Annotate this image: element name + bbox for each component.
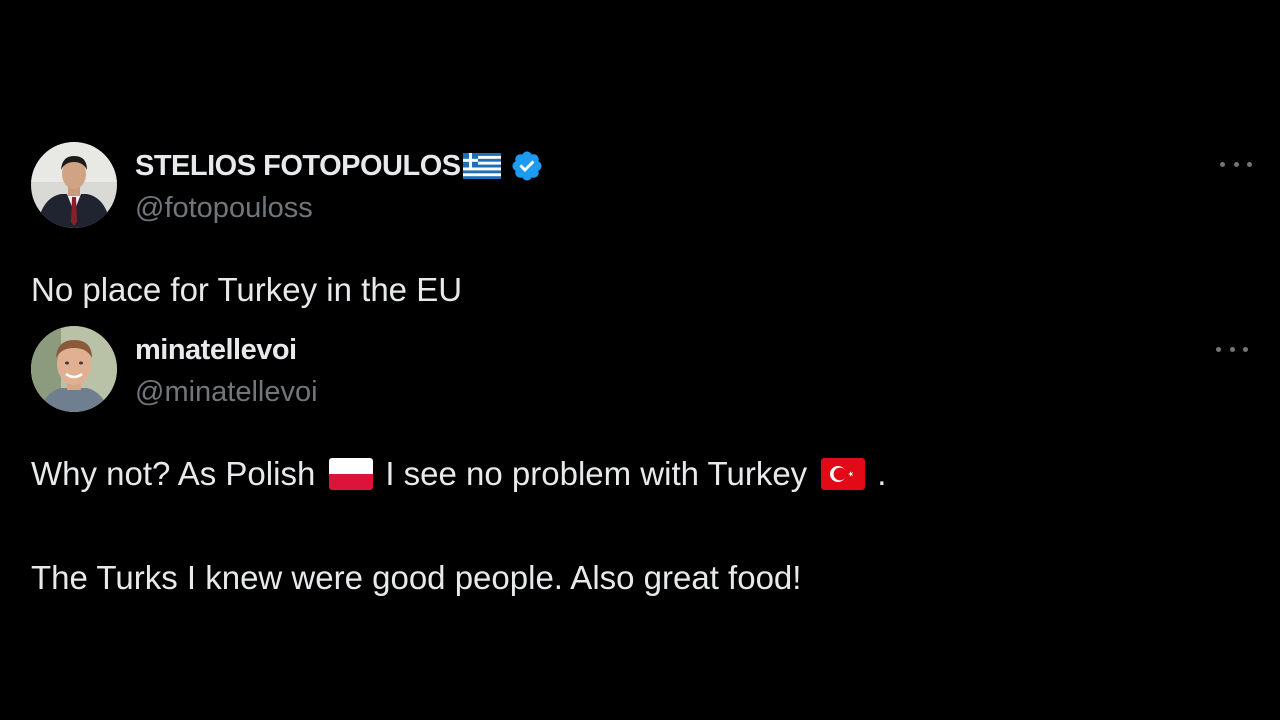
more-options-button[interactable] [1216, 337, 1248, 361]
author-handle[interactable]: @fotopouloss [135, 192, 313, 225]
tweet-text-segment: . [877, 455, 887, 492]
display-name[interactable]: STELIOS FOTOPOULOS [135, 150, 461, 183]
tweet-text-segment: Why not? As Polish [31, 455, 316, 492]
more-dot-icon [1247, 161, 1252, 167]
more-dot-icon [1233, 161, 1239, 167]
display-name[interactable]: minatellevoi [135, 334, 297, 367]
tweet-text-line: The Turks I knew were good people. Also … [31, 559, 802, 596]
avatar[interactable] [31, 142, 117, 228]
greece-flag-icon [462, 153, 501, 179]
tweet-text-segment: I see no problem with Turkey [385, 455, 808, 492]
poland-flag-icon [329, 458, 374, 490]
avatar-photo-icon [31, 142, 117, 228]
turkey-flag-icon [821, 458, 866, 490]
avatar-photo-icon [31, 326, 117, 412]
more-dot-icon [1220, 161, 1225, 167]
more-dot-icon [1229, 346, 1235, 352]
tweet-text-line: Why not? As Polish I see no problem with… [31, 454, 886, 494]
author-name-row: STELIOS FOTOPOULOS [135, 148, 544, 184]
avatar[interactable] [31, 326, 117, 412]
more-dot-icon [1216, 346, 1221, 352]
tweet-text: No place for Turkey in the EU [31, 271, 463, 308]
more-dot-icon [1243, 346, 1248, 352]
more-options-button[interactable] [1220, 152, 1252, 176]
author-name-row: minatellevoi [135, 332, 297, 368]
verified-badge-icon[interactable] [510, 149, 544, 183]
author-handle[interactable]: @minatellevoi [135, 376, 318, 409]
